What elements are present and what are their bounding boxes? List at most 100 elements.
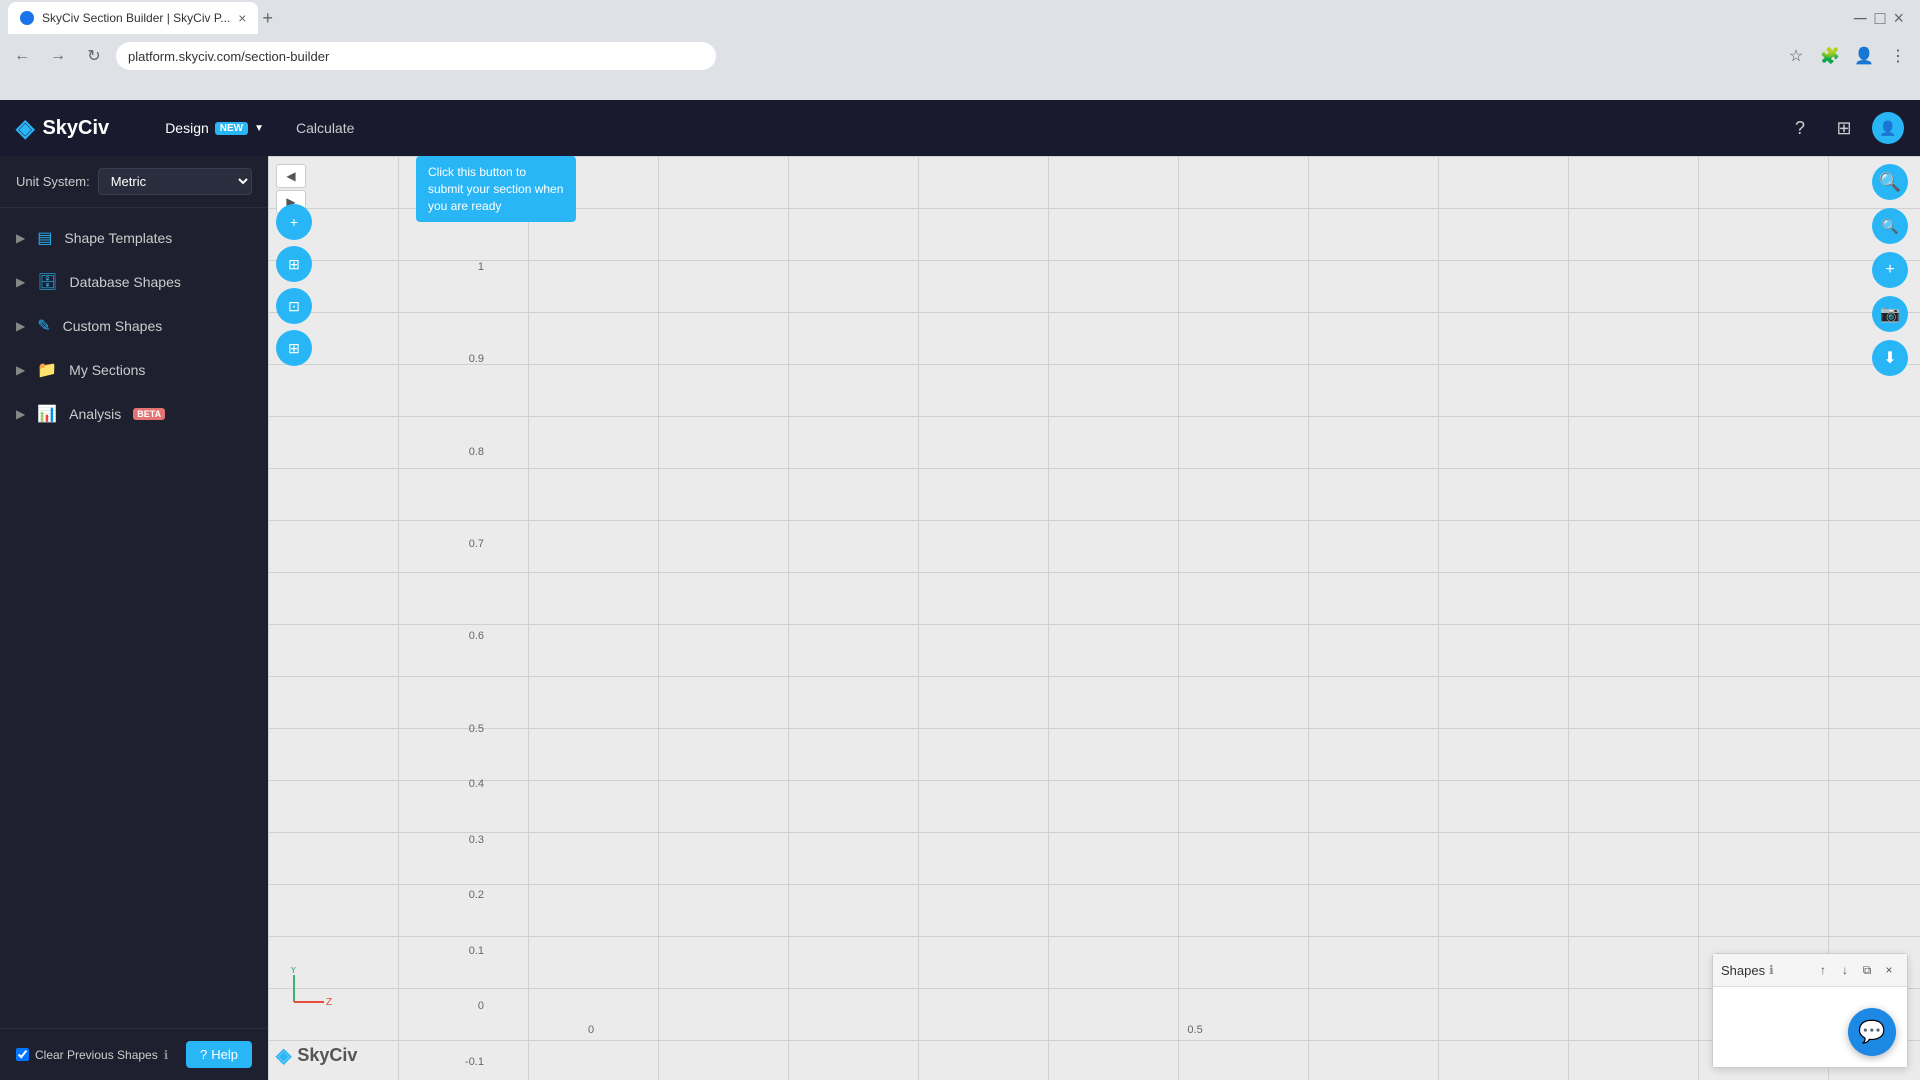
- shapes-info-icon[interactable]: ℹ: [1769, 963, 1774, 977]
- y-label-neg-0-1: -0.1: [465, 1056, 484, 1068]
- tab-label: SkyCiv Section Builder | SkyCiv P...: [42, 11, 230, 25]
- y-label-0-2: 0.2: [469, 889, 484, 901]
- database-shapes-icon: 🗄: [37, 272, 57, 292]
- sidebar-item-custom-shapes[interactable]: ▶ ✎ Custom Shapes: [0, 304, 268, 348]
- apps-icon-btn[interactable]: ⊞: [1828, 112, 1860, 144]
- canvas-watermark: ◈ SkyCiv: [276, 1043, 357, 1068]
- shapes-move-down-btn[interactable]: ↓: [1835, 960, 1855, 980]
- help-button[interactable]: ? Help: [186, 1041, 252, 1068]
- tab-favicon: [20, 11, 34, 25]
- collapse-left-btn[interactable]: ◀: [276, 164, 306, 188]
- forward-button[interactable]: →: [44, 42, 72, 70]
- design-chevron: ▼: [254, 123, 264, 134]
- new-badge: NEW: [215, 122, 248, 135]
- browser-chrome: SkyCiv Section Builder | SkyCiv P... × +…: [0, 0, 1920, 100]
- clear-shapes-row: Clear Previous Shapes ℹ: [16, 1048, 168, 1062]
- profile-btn[interactable]: 👤: [1850, 42, 1878, 70]
- design-label: Design: [165, 120, 209, 136]
- zoom-in-btn[interactable]: 🔍: [1872, 164, 1908, 200]
- analysis-icon: 📊: [37, 404, 57, 424]
- calculate-button[interactable]: Calculate: [280, 112, 370, 144]
- sidebar-item-shape-templates[interactable]: ▶ ▤ Shape Templates: [0, 216, 268, 260]
- x-label-0-5: 0.5: [1187, 1024, 1202, 1036]
- y-label-0-1: 0.1: [469, 945, 484, 957]
- unit-label: Unit System:: [16, 174, 90, 189]
- right-toolbar: 🔍 🔍 + 📷 ⬇: [1872, 164, 1908, 376]
- chat-widget[interactable]: 💬: [1848, 1008, 1896, 1056]
- help-icon-btn[interactable]: ?: [1784, 112, 1816, 144]
- new-tab-button[interactable]: +: [262, 8, 273, 29]
- svg-text:Y: Y: [290, 967, 297, 976]
- top-nav: Design NEW ▼ Calculate: [149, 112, 370, 144]
- user-avatar[interactable]: 👤: [1872, 112, 1904, 144]
- snap-tool-btn[interactable]: ⊞: [276, 330, 312, 366]
- section-tool-btn[interactable]: ⊡: [276, 288, 312, 324]
- y-label-0-7: 0.7: [469, 538, 484, 550]
- beta-badge: BETA: [133, 408, 165, 420]
- tooltip-text: Click this button to submit your section…: [428, 165, 563, 213]
- browser-actions: ☆ 🧩 👤 ⋮: [1782, 42, 1912, 70]
- app-container: ◈ SkyCiv Design NEW ▼ Calculate ? ⊞ 👤 Cl…: [0, 100, 1920, 1080]
- menu-btn[interactable]: ⋮: [1884, 42, 1912, 70]
- active-tab[interactable]: SkyCiv Section Builder | SkyCiv P... ×: [8, 2, 258, 34]
- address-bar: ← → ↻ ☆ 🧩 👤 ⋮: [0, 36, 1920, 76]
- clear-shapes-checkbox[interactable]: [16, 1048, 29, 1061]
- watermark-icon: ◈: [276, 1043, 291, 1068]
- maximize-btn[interactable]: □: [1875, 8, 1886, 29]
- logo: ◈ SkyCiv: [16, 114, 109, 143]
- sidebar-item-label: Analysis: [69, 406, 121, 422]
- sidebar-item-my-sections[interactable]: ▶ 📁 My Sections: [0, 348, 268, 392]
- shapes-panel-actions: ↑ ↓ ⧉ ×: [1813, 960, 1899, 980]
- y-label-0-3: 0.3: [469, 834, 484, 846]
- chevron-icon: ▶: [16, 407, 25, 421]
- canvas-grid: ◀ ▶ + ⊞ ⊡ ⊞ 1.1 1 0.9 0.8 0.7 0.6 0.5 0.…: [268, 156, 1920, 1080]
- clear-shapes-label: Clear Previous Shapes: [35, 1048, 158, 1062]
- svg-text:Z: Z: [326, 997, 332, 1007]
- minimize-btn[interactable]: ─: [1854, 8, 1867, 29]
- close-btn[interactable]: ×: [1893, 8, 1904, 29]
- chevron-icon: ▶: [16, 319, 25, 333]
- shapes-move-up-btn[interactable]: ↑: [1813, 960, 1833, 980]
- sidebar-item-label: Shape Templates: [64, 230, 172, 246]
- address-input[interactable]: [116, 42, 716, 70]
- submit-tooltip: Click this button to submit your section…: [416, 156, 576, 222]
- sidebar-bottom: Clear Previous Shapes ℹ ? Help: [0, 1028, 268, 1080]
- canvas-toolbar: + ⊞ ⊡ ⊞: [276, 204, 312, 366]
- extensions-btn[interactable]: 🧩: [1816, 42, 1844, 70]
- shape-templates-icon: ▤: [37, 228, 52, 248]
- sidebar-item-label: My Sections: [69, 362, 145, 378]
- select-tool-btn[interactable]: +: [276, 204, 312, 240]
- logo-icon: ◈: [16, 114, 34, 143]
- bookmark-btn[interactable]: ☆: [1782, 42, 1810, 70]
- watermark-text: SkyCiv: [297, 1045, 357, 1066]
- axis-svg: Y Z: [284, 967, 334, 1007]
- sidebar-item-database-shapes[interactable]: ▶ 🗄 Database Shapes: [0, 260, 268, 304]
- shapes-duplicate-btn[interactable]: ⧉: [1857, 960, 1877, 980]
- my-sections-icon: 📁: [37, 360, 57, 380]
- sidebar-menu: ▶ ▤ Shape Templates ▶ 🗄 Database Shapes …: [0, 208, 268, 1028]
- chevron-icon: ▶: [16, 275, 25, 289]
- sidebar-item-analysis[interactable]: ▶ 📊 Analysis BETA: [0, 392, 268, 436]
- screenshot-btn[interactable]: 📷: [1872, 296, 1908, 332]
- download-btn[interactable]: ⬇: [1872, 340, 1908, 376]
- back-button[interactable]: ←: [8, 42, 36, 70]
- tab-close-btn[interactable]: ×: [238, 10, 246, 26]
- shapes-close-btn[interactable]: ×: [1879, 960, 1899, 980]
- shapes-panel-title: Shapes: [1721, 963, 1765, 978]
- top-bar-actions: ? ⊞ 👤: [1784, 112, 1904, 144]
- zoom-out-btn[interactable]: 🔍: [1872, 208, 1908, 244]
- unit-select[interactable]: Metric Imperial: [98, 168, 252, 195]
- shapes-panel-header: Shapes ℹ ↑ ↓ ⧉ ×: [1713, 954, 1907, 987]
- design-button[interactable]: Design NEW ▼: [149, 112, 280, 144]
- grid-tool-btn[interactable]: ⊞: [276, 246, 312, 282]
- chevron-icon: ▶: [16, 363, 25, 377]
- custom-shapes-icon: ✎: [37, 316, 50, 336]
- help-label: Help: [211, 1047, 238, 1062]
- fit-view-btn[interactable]: +: [1872, 252, 1908, 288]
- refresh-button[interactable]: ↻: [80, 42, 108, 70]
- help-icon: ?: [200, 1047, 207, 1062]
- top-bar: ◈ SkyCiv Design NEW ▼ Calculate ? ⊞ 👤: [0, 100, 1920, 156]
- y-label-0-8: 0.8: [469, 446, 484, 458]
- clear-shapes-info-icon[interactable]: ℹ: [164, 1048, 169, 1062]
- y-label-0-6: 0.6: [469, 630, 484, 642]
